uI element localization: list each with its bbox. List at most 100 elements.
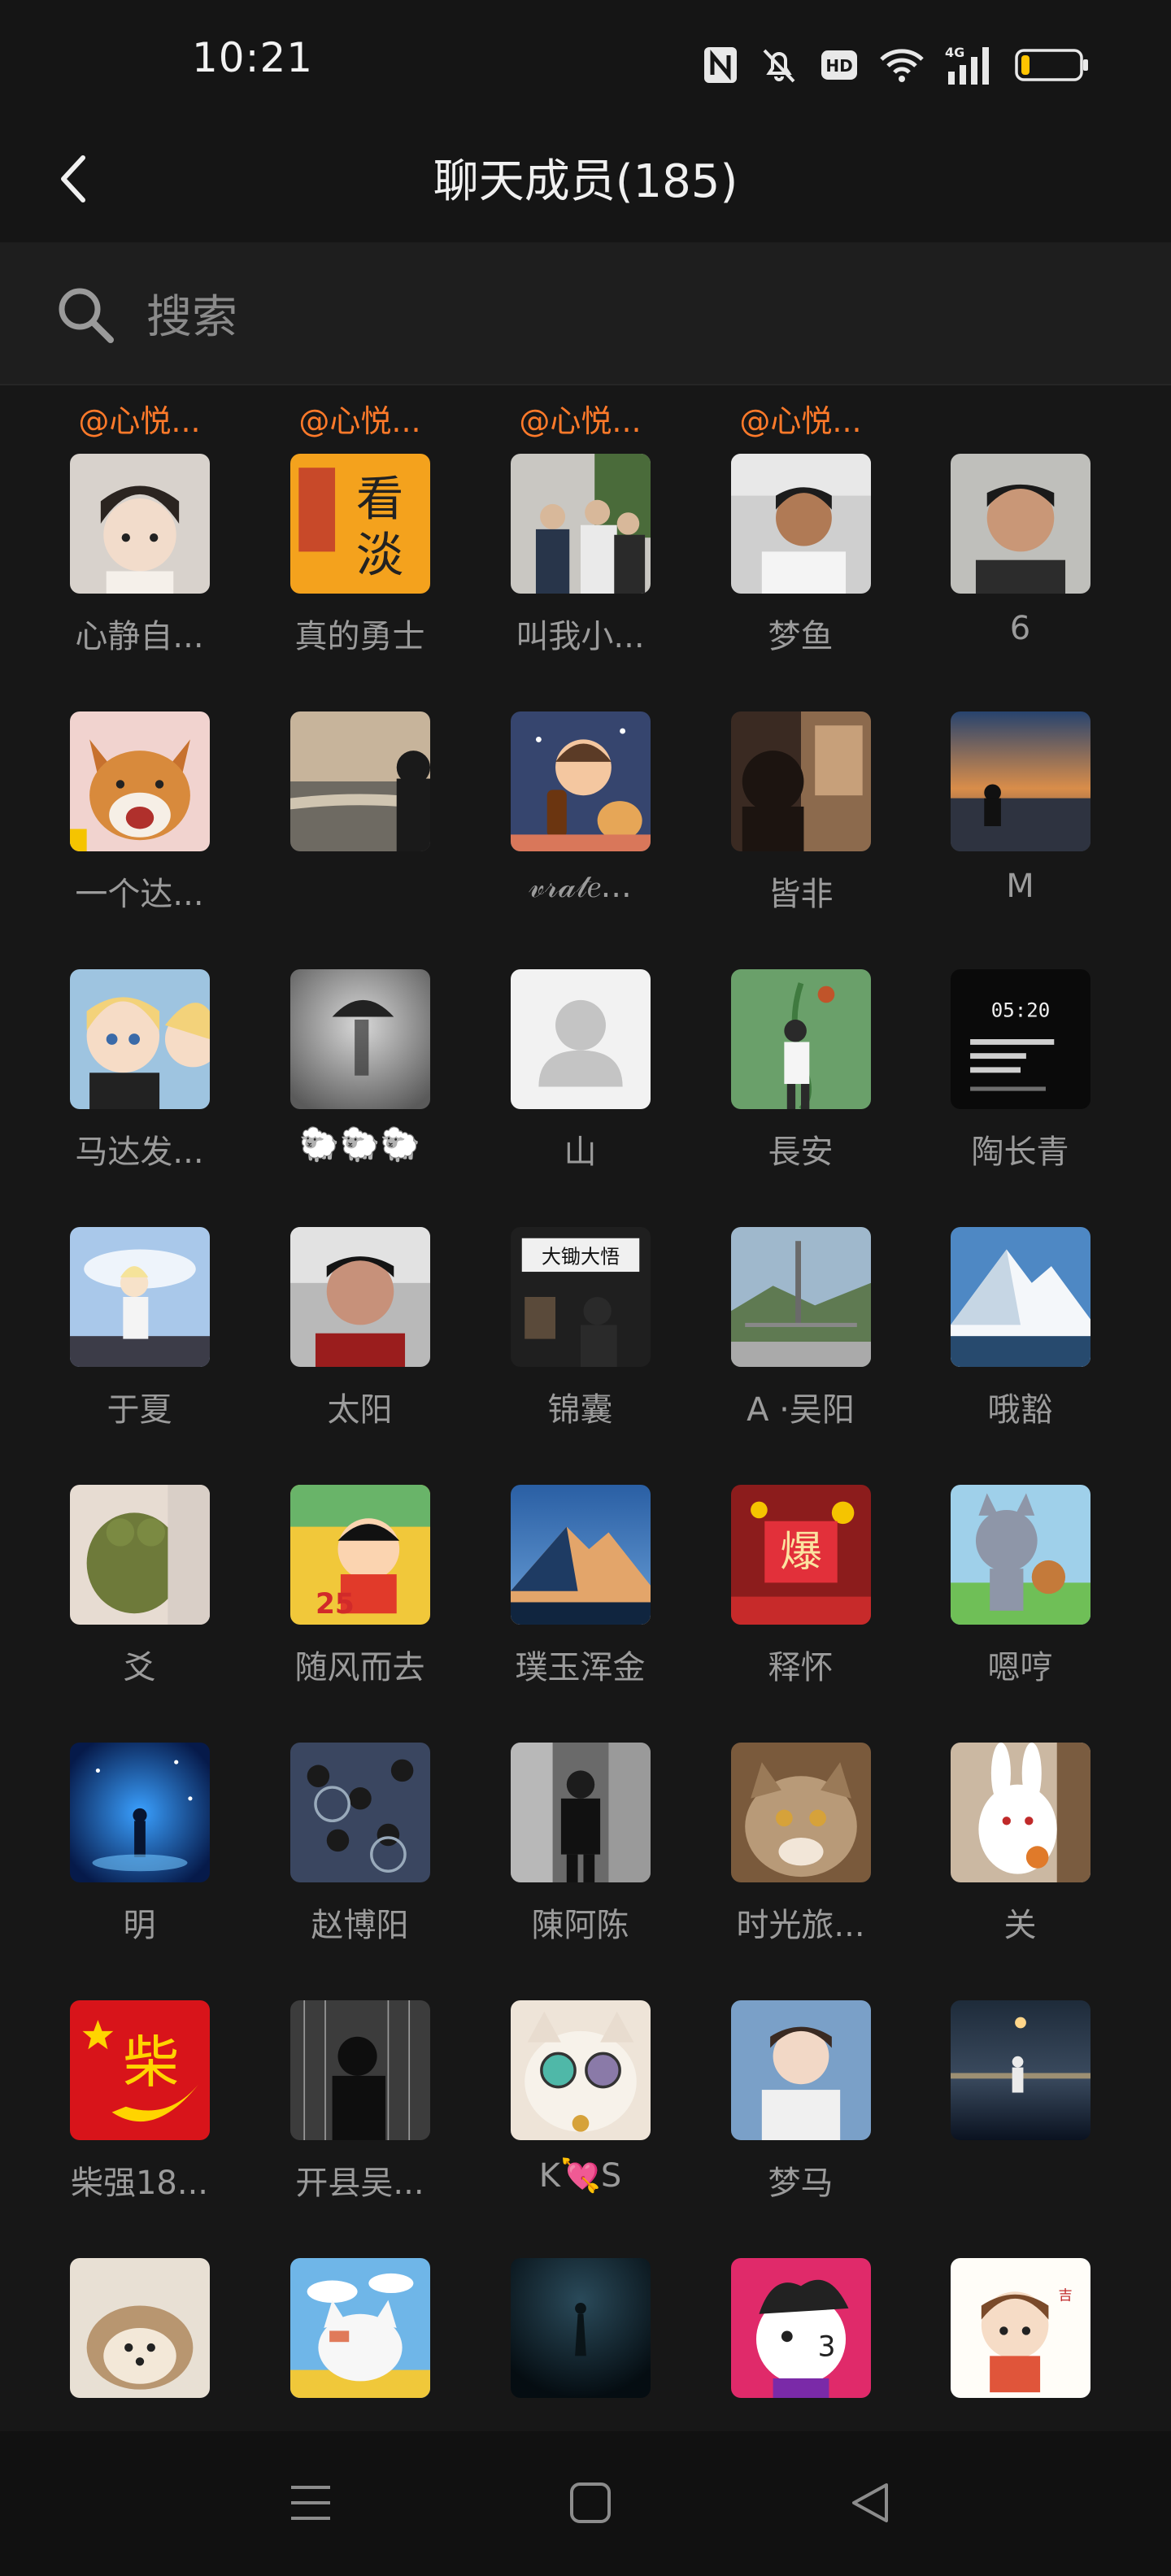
member-avatar (510, 1485, 651, 1625)
member-item[interactable]: 05:20 陶长青 (909, 903, 1131, 1171)
member-item[interactable] (28, 2191, 250, 2431)
member-item[interactable]: 爻 (28, 1418, 250, 1686)
member-item[interactable]: 一个达... (28, 645, 250, 913)
member-item[interactable]: 赵博阳 (249, 1676, 471, 1944)
member-item[interactable] (909, 1934, 1131, 2178)
svg-text:HD: HD (825, 56, 852, 76)
member-item[interactable]: 于夏 (28, 1160, 250, 1429)
search-bar (0, 242, 1171, 385)
home-square-icon (568, 2480, 613, 2529)
member-avatar: 大锄大悟 (510, 1227, 651, 1367)
member-name: 6 (1009, 610, 1031, 647)
member-avatar (289, 1227, 430, 1367)
member-mention: @心悦... (519, 405, 642, 437)
member-avatar (730, 969, 871, 1109)
member-avatar: 05:20 (950, 969, 1090, 1109)
member-avatar: 柴 (69, 2000, 210, 2140)
member-avatar (69, 711, 210, 851)
member-avatar (950, 711, 1090, 851)
search-input[interactable] (146, 285, 1122, 350)
member-item[interactable]: 皆非 (690, 645, 912, 913)
back-triangle-icon (847, 2480, 893, 2529)
top-bar: 聊天成员(185) (0, 122, 1171, 242)
member-item[interactable]: 山 (469, 903, 691, 1171)
mute-icon (758, 44, 800, 86)
member-avatar (730, 454, 871, 594)
member-item[interactable]: 梦马 (690, 1934, 912, 2202)
member-item[interactable]: 🐑🐑🐑 (249, 903, 471, 1164)
member-item[interactable]: 大锄大悟 锦囊 (469, 1160, 691, 1429)
member-item[interactable]: @心悦... 看淡真的勇士 (249, 387, 471, 655)
member-item[interactable]: @心悦... 梦鱼 (690, 387, 912, 655)
member-item[interactable]: 25 随风而去 (249, 1418, 471, 1686)
member-name: 🐑🐑🐑 (298, 1126, 421, 1164)
member-avatar (289, 2258, 430, 2398)
member-item[interactable]: 嗯哼 (909, 1418, 1131, 1686)
member-avatar (69, 1485, 210, 1625)
search-icon (54, 283, 119, 351)
nfc-icon (703, 46, 738, 85)
member-avatar (950, 454, 1090, 594)
member-item[interactable]: M (909, 645, 1131, 905)
svg-text:4G: 4G (945, 45, 964, 60)
member-item[interactable]: 明 (28, 1676, 250, 1944)
member-item[interactable]: 爆释怀 (690, 1418, 912, 1686)
member-avatar (510, 711, 651, 851)
member-name: M (1006, 868, 1034, 905)
member-avatar (289, 969, 430, 1109)
member-item[interactable]: A ·吴阳 (690, 1160, 912, 1429)
member-item[interactable]: 璞玉浑金 (469, 1418, 691, 1686)
svg-text:3: 3 (817, 2330, 835, 2363)
member-avatar (730, 1227, 871, 1367)
member-item[interactable]: K💘S (469, 1934, 691, 2195)
member-item[interactable]: 3 (690, 2191, 912, 2431)
svg-text:爆: 爆 (780, 1528, 822, 1577)
member-avatar (69, 454, 210, 594)
status-bar: 10:21 HD 4G (0, 0, 1171, 122)
member-item[interactable]: 马达发... (28, 903, 250, 1171)
member-avatar (289, 711, 430, 851)
member-avatar (510, 454, 651, 594)
member-item[interactable]: 时光旅... (690, 1676, 912, 1944)
back-nav-button[interactable] (838, 2472, 903, 2537)
svg-text:大锄大悟: 大锄大悟 (541, 1246, 619, 1268)
member-item[interactable]: 𝓋𝓇𝒶𝓉𝑒... (469, 645, 691, 905)
member-mention: @心悦... (78, 405, 201, 437)
navigation-bar (0, 2431, 1171, 2576)
member-item[interactable]: 关 (909, 1676, 1131, 1944)
signal-4g-icon: 4G (945, 44, 995, 86)
menu-button[interactable] (278, 2472, 343, 2537)
member-item[interactable]: 太阳 (249, 1160, 471, 1429)
member-item[interactable]: 6 (909, 387, 1131, 647)
member-item[interactable] (249, 645, 471, 889)
member-avatar (69, 1227, 210, 1367)
member-avatar (69, 1743, 210, 1882)
member-item[interactable] (469, 2191, 691, 2431)
status-icons: HD 4G (703, 41, 1090, 89)
member-item[interactable]: 長安 (690, 903, 912, 1171)
menu-icon (288, 2482, 333, 2526)
default-avatar-icon (510, 969, 651, 1109)
member-grid: @心悦... 心静自... @心悦... 看淡真的勇士 @心悦... 叫我小... @心悦.… (0, 387, 1171, 2431)
screen: 10:21 HD 4G 聊天成员(185) 搜索 @心悦... 心静自... @… (0, 0, 1171, 2576)
member-avatar: 25 (289, 1485, 430, 1625)
member-item[interactable]: 哦豁 (909, 1160, 1131, 1429)
member-item[interactable]: 陳阿陈 (469, 1676, 691, 1944)
status-time: 10:21 (192, 34, 314, 81)
home-button[interactable] (558, 2472, 623, 2537)
member-item[interactable]: @心悦... 叫我小... (469, 387, 691, 655)
svg-text:25: 25 (315, 1588, 354, 1621)
battery-icon (1015, 47, 1090, 83)
svg-text:看: 看 (355, 472, 403, 527)
member-avatar (69, 969, 210, 1109)
member-mention: @心悦... (298, 405, 421, 437)
member-avatar (510, 2258, 651, 2398)
member-item[interactable]: 吉 (909, 2191, 1131, 2431)
member-avatar (950, 1485, 1090, 1625)
member-item[interactable]: 开县吴... (249, 1934, 471, 2202)
member-item[interactable]: 柴柴强18... (28, 1934, 250, 2202)
member-item[interactable] (249, 2191, 471, 2431)
wifi-icon (878, 46, 925, 84)
member-item[interactable]: @心悦... 心静自... (28, 387, 250, 655)
member-avatar (289, 2000, 430, 2140)
